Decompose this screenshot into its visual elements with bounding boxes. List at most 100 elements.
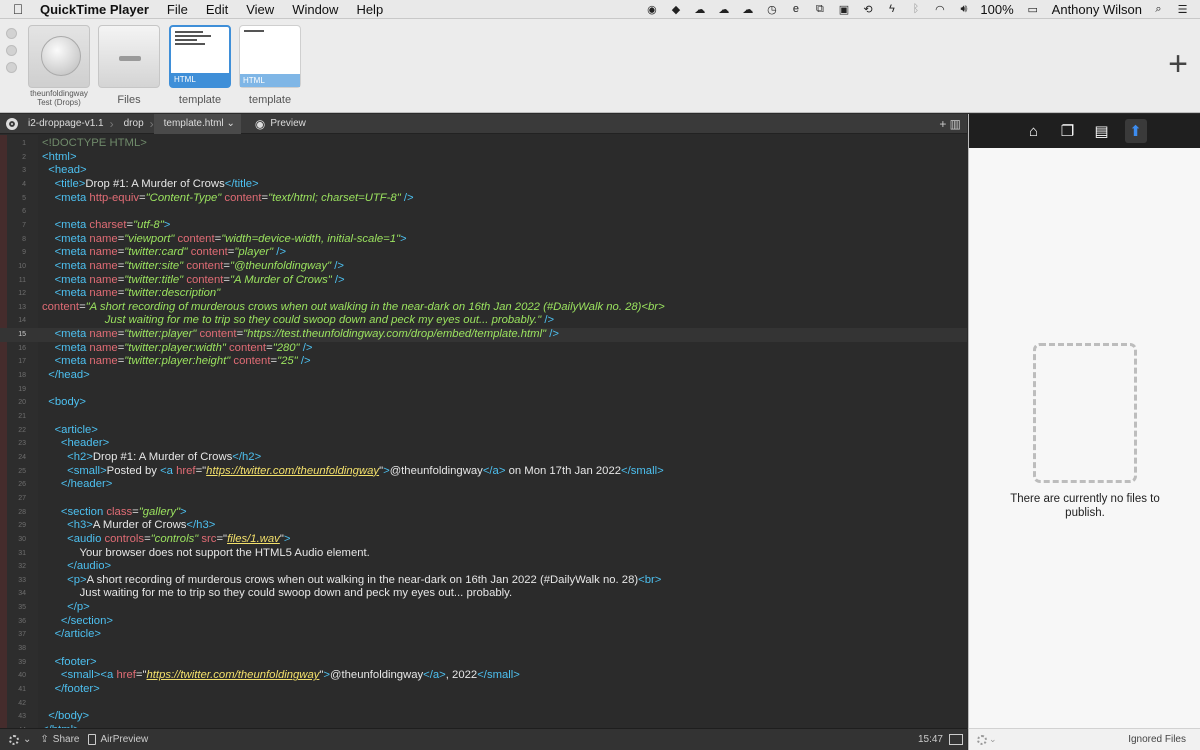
line-number: 4	[22, 180, 26, 188]
airpreview-button[interactable]: AirPreview	[88, 734, 148, 745]
code-line[interactable]: 26 </header>	[0, 478, 967, 492]
code-line[interactable]: 12 <meta name="twitter:description"	[0, 287, 967, 301]
code-line[interactable]: 15 <meta name="twitter:player" content="…	[0, 328, 967, 342]
code-line[interactable]: 31 Your browser does not support the HTM…	[0, 547, 967, 561]
lightning-icon[interactable]: ϟ	[884, 3, 899, 16]
code-line[interactable]: 38	[0, 642, 967, 656]
edge-icon[interactable]: e	[788, 3, 803, 16]
visibility-toggle-icon[interactable]	[6, 117, 18, 130]
template-tile[interactable]: HTML template	[237, 25, 303, 106]
preview-button[interactable]: ◉ Preview	[255, 117, 306, 131]
breadcrumb-project[interactable]: i2-droppage-v1.1	[18, 114, 110, 134]
window-close-button[interactable]	[6, 28, 17, 39]
code-line[interactable]: 36 </section>	[0, 615, 967, 629]
menu-file[interactable]: File	[158, 0, 197, 19]
code-line[interactable]: 42	[0, 697, 967, 711]
code-line[interactable]: 3 <head>	[0, 164, 967, 178]
code-line[interactable]: 37 </article>	[0, 628, 967, 642]
split-view-icon[interactable]: + ▥	[939, 117, 967, 131]
ignored-files-button[interactable]: Ignored Files	[1128, 734, 1186, 745]
code-line[interactable]: 20 <body>	[0, 396, 967, 410]
code-line[interactable]: 1 <!DOCTYPE HTML>	[0, 137, 967, 151]
code-line[interactable]: 22 <article>	[0, 424, 967, 438]
spotlight-search-icon[interactable]: ⌕	[1151, 3, 1166, 16]
code-editor[interactable]: 1 <!DOCTYPE HTML> 2 <html> 3 <head> 4 <title>…	[0, 135, 967, 728]
code-line[interactable]: 30 <audio controls="controls" src="files…	[0, 533, 967, 547]
control-center-icon[interactable]: ☰	[1175, 3, 1190, 16]
code-token: href	[176, 464, 196, 477]
wifi-icon[interactable]: ◠	[932, 3, 947, 16]
site-tile[interactable]: theunfoldingway Test (Drops)	[26, 25, 92, 107]
breadcrumb-folder[interactable]: drop	[114, 114, 150, 134]
line-number: 24	[18, 453, 26, 461]
code-line[interactable]: 29 <h3>A Murder of Crows</h3>	[0, 519, 967, 533]
code-line[interactable]: 6	[0, 205, 967, 219]
code-line[interactable]: 32 </audio>	[0, 560, 967, 574]
settings-menu[interactable]: ⌄	[9, 734, 31, 745]
code-line[interactable]: 41 </footer>	[0, 683, 967, 697]
clock-icon[interactable]: ◷	[764, 3, 779, 16]
menu-app-name[interactable]: QuickTime Player	[36, 0, 158, 19]
code-line[interactable]: 28 <section class="gallery">	[0, 506, 967, 520]
code-line[interactable]: 16 <meta name = "twitter:player:width" con…	[0, 342, 967, 356]
volume-icon[interactable]: 🔊︎	[956, 3, 971, 16]
code-line[interactable]: 25 <small>Posted by <a href="https://twi…	[0, 465, 967, 479]
files-icon[interactable]: ❐	[1057, 119, 1079, 143]
window-zoom-button[interactable]	[6, 62, 17, 73]
apple-icon[interactable]: 	[0, 1, 36, 17]
gear-icon[interactable]	[977, 734, 987, 745]
code-token: ="	[216, 532, 228, 545]
code-line[interactable]: 43 </body>	[0, 710, 967, 724]
bluetooth-icon[interactable]: ᛒ	[908, 3, 923, 16]
code-line[interactable]: 27	[0, 492, 967, 506]
code-line[interactable]: 35 </p>	[0, 601, 967, 615]
publish-upload-icon[interactable]: ⬆	[1124, 119, 1147, 143]
publish-dropzone[interactable]	[1033, 343, 1137, 483]
code-line[interactable]: 34 Just waiting for me to trip so they c…	[0, 587, 967, 601]
home-icon[interactable]: ⌂	[1023, 119, 1045, 143]
battery-icon[interactable]: ▭	[1023, 3, 1043, 16]
menu-edit[interactable]: Edit	[197, 0, 237, 19]
code-line[interactable]: 4 <title>Drop #1: A Murder of Crows</tit…	[0, 178, 967, 192]
template-tile-selected[interactable]: HTML template	[167, 25, 233, 106]
code-line[interactable]: 19	[0, 383, 967, 397]
code-line[interactable]: 9 <meta name="twitter:card" content="pla…	[0, 246, 967, 260]
code-line[interactable]: 14 Just waiting for me to trip so they c…	[0, 314, 967, 328]
display-icon[interactable]: ▣	[836, 3, 851, 16]
code-line[interactable]: 21	[0, 410, 967, 424]
code-line[interactable]: 33 <p>A short recording of murderous cro…	[0, 574, 967, 588]
cloud-sync-icon[interactable]: ☁	[740, 3, 755, 16]
code-line[interactable]: 17 <meta name="twitter:player:height" co…	[0, 355, 967, 369]
cloud-icon[interactable]: ☁	[716, 3, 731, 16]
cloud-upload-icon[interactable]: ☁	[692, 3, 707, 16]
breadcrumb-file[interactable]: template.html ⌄	[153, 113, 241, 134]
code-line[interactable]: 10 <meta name="twitter:site" content="@t…	[0, 260, 967, 274]
window-minimize-button[interactable]	[6, 45, 17, 56]
code-line[interactable]: 24 <h2>Drop #1: A Murder of Crows</h2>	[0, 451, 967, 465]
code-line[interactable]: 7 <meta charset="utf-8">	[0, 219, 967, 233]
code-token: content	[190, 246, 228, 259]
code-line[interactable]: 8 <meta name="viewport" content="width=d…	[0, 233, 967, 247]
code-line[interactable]: 18 </head>	[0, 369, 967, 383]
time-machine-icon[interactable]: ⟲	[860, 3, 875, 16]
menu-help[interactable]: Help	[347, 0, 392, 19]
code-line[interactable]: 39 <footer>	[0, 656, 967, 670]
share-window-icon[interactable]: ⧉	[812, 3, 827, 16]
dropbox-icon[interactable]: ◆	[668, 3, 683, 16]
code-line[interactable]: 23 <header>	[0, 437, 967, 451]
record-icon[interactable]: ◉	[644, 3, 659, 16]
share-button[interactable]: ⇪ Share	[40, 734, 79, 745]
code-line[interactable]: 11 <meta name="twitter:title" content="A…	[0, 274, 967, 288]
notes-icon[interactable]: ▤	[1091, 119, 1113, 143]
code-line[interactable]: 2 <html>	[0, 151, 967, 165]
console-icon[interactable]	[949, 734, 963, 745]
files-tile[interactable]: Files	[96, 25, 162, 106]
code-line[interactable]: 40 <small><a href="https://twitter.com/t…	[0, 669, 967, 683]
menu-window[interactable]: Window	[283, 0, 347, 19]
add-button[interactable]: +	[1168, 47, 1188, 81]
code-token: content	[233, 355, 271, 368]
user-name[interactable]: Anthony Wilson	[1052, 2, 1142, 17]
menu-view[interactable]: View	[237, 0, 283, 19]
code-line[interactable]: 5 <meta http-equiv="Content-Type" conten…	[0, 192, 967, 206]
code-line[interactable]: 13 content="A short recording of murderou…	[0, 301, 967, 315]
